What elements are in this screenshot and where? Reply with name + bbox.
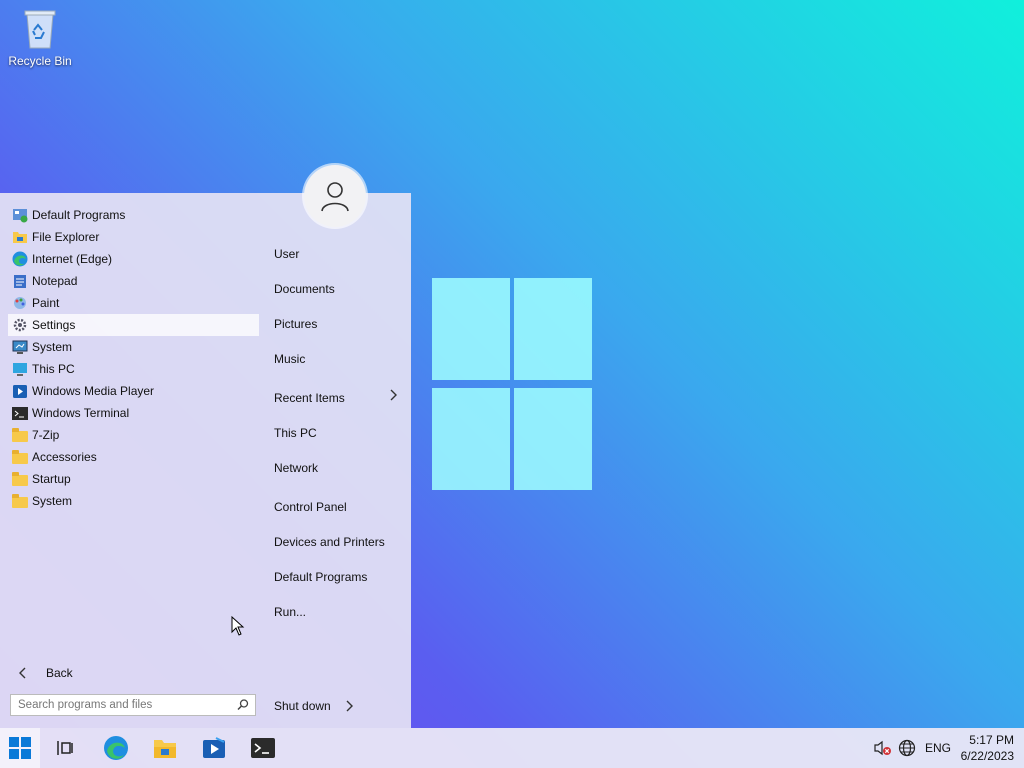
start-button[interactable] xyxy=(0,728,40,768)
program-item[interactable]: Internet (Edge) xyxy=(8,248,259,270)
program-item-label: Internet (Edge) xyxy=(32,252,113,266)
program-item[interactable]: This PC xyxy=(8,358,259,380)
program-item[interactable]: 7-Zip xyxy=(8,424,259,446)
clock-date: 6/22/2023 xyxy=(960,749,1014,763)
task-view-button[interactable] xyxy=(45,728,85,768)
program-item[interactable]: Windows Terminal xyxy=(8,402,259,424)
shutdown-label: Shut down xyxy=(274,699,331,713)
program-item[interactable]: Startup xyxy=(8,468,259,490)
task-view-icon xyxy=(57,741,73,755)
windows-logo-wallpaper xyxy=(432,278,592,490)
clock[interactable]: 5:17 PM 6/22/2023 xyxy=(961,732,1014,764)
recycle-bin-icon xyxy=(22,8,58,50)
edge-icon xyxy=(104,736,128,760)
media-player-icon xyxy=(203,737,225,758)
chevron-left-icon xyxy=(19,667,26,679)
program-item[interactable]: System xyxy=(8,490,259,512)
program-item[interactable]: Default Programs xyxy=(8,204,259,226)
user-icon xyxy=(321,182,349,212)
terminal-icon xyxy=(12,405,28,421)
program-item-label: Settings xyxy=(32,318,76,332)
place-documents[interactable]: Documents xyxy=(274,282,335,296)
program-item-label: System xyxy=(32,340,73,354)
start-menu: Default Programs File Explorer Internet (E… xyxy=(0,193,411,728)
program-item-label: Default Programs xyxy=(32,208,126,222)
program-item-label: This PC xyxy=(32,362,75,376)
folder-icon xyxy=(12,450,28,464)
shutdown-button[interactable]: Shut down xyxy=(274,699,331,713)
media-player-icon xyxy=(12,383,28,399)
file-explorer-icon xyxy=(154,740,176,758)
back-button[interactable]: Back xyxy=(18,666,73,680)
program-item[interactable]: Settings xyxy=(8,314,259,336)
taskbar-terminal-button[interactable] xyxy=(243,728,283,768)
taskbar-media-player-button[interactable] xyxy=(194,728,234,768)
place-control-panel[interactable]: Control Panel xyxy=(274,500,347,514)
edge-icon xyxy=(12,251,28,267)
chevron-right-icon xyxy=(388,388,398,405)
program-item-label: Notepad xyxy=(32,274,78,288)
taskbar: ENG 5:17 PM 6/22/2023 xyxy=(0,728,1024,768)
place-recent-items[interactable]: Recent Items xyxy=(274,391,345,405)
place-this-pc[interactable]: This PC xyxy=(274,426,317,440)
place-run[interactable]: Run... xyxy=(274,605,306,619)
shutdown-options-chevron-icon[interactable] xyxy=(344,699,354,716)
paint-icon xyxy=(12,295,28,311)
folder-icon xyxy=(12,472,28,486)
gear-icon xyxy=(12,317,28,333)
globe-icon xyxy=(898,739,916,757)
desktop-icon-recycle-bin[interactable]: Recycle Bin xyxy=(6,8,74,68)
program-item-label: Windows Media Player xyxy=(32,384,155,398)
monitor-icon xyxy=(12,361,28,377)
program-item-label: 7-Zip xyxy=(32,428,60,442)
place-default-programs[interactable]: Default Programs xyxy=(274,570,367,584)
program-item[interactable]: File Explorer xyxy=(8,226,259,248)
notepad-icon xyxy=(12,273,28,289)
back-label: Back xyxy=(46,666,73,680)
user-avatar[interactable] xyxy=(304,165,366,227)
volume-muted-button[interactable] xyxy=(873,728,891,768)
place-network[interactable]: Network xyxy=(274,461,318,475)
folder-icon xyxy=(12,428,28,442)
program-item-label: Paint xyxy=(32,296,60,310)
program-item[interactable]: System xyxy=(8,336,259,358)
program-item[interactable]: Windows Media Player xyxy=(8,380,259,402)
program-item-label: System xyxy=(32,494,73,508)
place-devices-printers[interactable]: Devices and Printers xyxy=(274,535,385,549)
mouse-cursor-icon xyxy=(231,615,245,641)
program-list: Default Programs File Explorer Internet (E… xyxy=(8,204,259,512)
taskbar-file-explorer-button[interactable] xyxy=(145,728,185,768)
program-item[interactable]: Notepad xyxy=(8,270,259,292)
language-indicator[interactable]: ENG xyxy=(925,728,951,768)
clock-time: 5:17 PM xyxy=(969,733,1014,747)
place-user[interactable]: User xyxy=(274,247,299,261)
search-input[interactable] xyxy=(11,698,230,712)
place-pictures[interactable]: Pictures xyxy=(274,317,317,331)
program-item-label: File Explorer xyxy=(32,230,100,244)
program-item-label: Windows Terminal xyxy=(32,406,130,420)
system-icon xyxy=(12,339,28,355)
terminal-icon xyxy=(251,738,275,758)
language-label: ENG xyxy=(925,741,952,755)
program-item-label: Startup xyxy=(32,472,71,486)
default-programs-icon xyxy=(12,207,28,223)
volume-muted-icon xyxy=(874,740,891,756)
taskbar-edge-button[interactable] xyxy=(96,728,136,768)
start-icon xyxy=(9,737,31,759)
network-button[interactable] xyxy=(898,728,916,768)
program-item[interactable]: Accessories xyxy=(8,446,259,468)
desktop-icon-label: Recycle Bin xyxy=(8,54,72,68)
place-music[interactable]: Music xyxy=(274,352,305,366)
program-item[interactable]: Paint xyxy=(8,292,259,314)
file-explorer-icon xyxy=(12,229,28,245)
folder-icon xyxy=(12,494,28,508)
search-icon[interactable] xyxy=(236,698,250,712)
search-box[interactable] xyxy=(10,694,256,716)
program-item-label: Accessories xyxy=(32,450,97,464)
